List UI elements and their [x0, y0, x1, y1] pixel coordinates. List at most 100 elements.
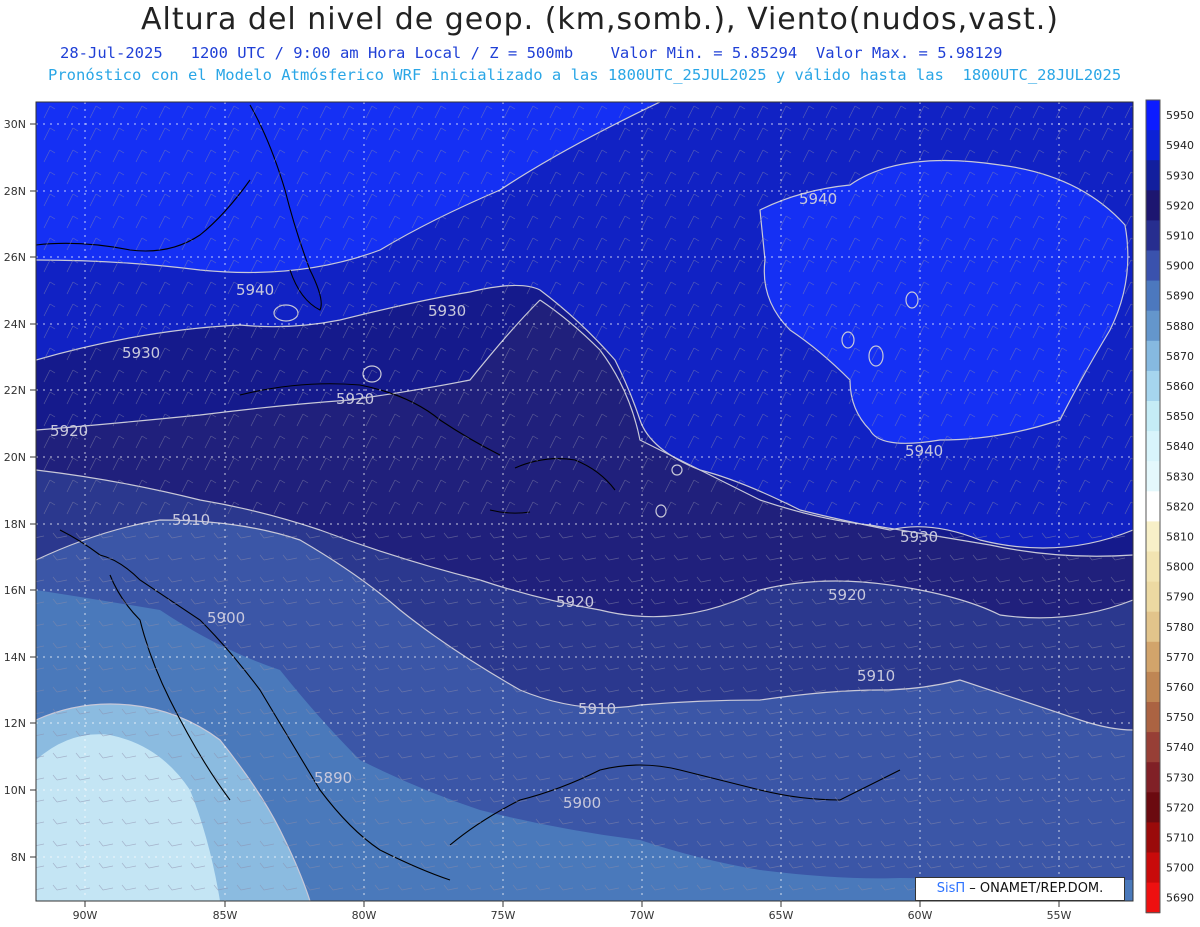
colorbar-label: 5940 [1166, 139, 1194, 152]
credit-brand: SisΠ [936, 881, 966, 896]
colorbar-label: 5950 [1166, 109, 1194, 122]
colorbar-swatch [1146, 160, 1160, 191]
colorbar-label: 5930 [1166, 169, 1194, 182]
lat-label: 28N [4, 185, 26, 198]
colorbar-swatch [1146, 401, 1160, 432]
lat-label: 20N [4, 451, 26, 464]
colorbar-swatch [1146, 581, 1160, 613]
lon-label: 65W [769, 909, 794, 922]
colorbar-swatch [1146, 280, 1160, 312]
colorbar-swatch [1146, 521, 1160, 552]
contour-label: 5920 [556, 593, 594, 611]
lat-label: 24N [4, 318, 26, 331]
contour-label: 5920 [828, 586, 866, 604]
colorbar-label: 5760 [1166, 681, 1194, 694]
colorbar-swatch [1146, 340, 1160, 372]
colorbar-label: 5750 [1166, 711, 1194, 724]
contour-label: 5910 [172, 511, 210, 529]
contour-label: 5940 [799, 190, 837, 208]
colorbar-label: 5720 [1166, 801, 1194, 814]
colorbar-swatch [1146, 130, 1160, 161]
colorbar-swatch [1146, 370, 1160, 402]
contour-label: 5900 [207, 609, 245, 627]
colorbar-swatch [1146, 220, 1160, 251]
colorbar-label: 5880 [1166, 320, 1194, 333]
colorbar-swatch [1146, 551, 1160, 583]
colorbar-label: 5700 [1166, 862, 1194, 875]
lon-label: 80W [352, 909, 377, 922]
colorbar-label: 5820 [1166, 500, 1194, 513]
colorbar-swatch [1146, 431, 1160, 462]
contour-label: 5940 [905, 442, 943, 460]
geopotential-map: 5940 5940 5930 5930 5920 5920 5940 5910 … [4, 99, 1194, 922]
credit-box: SisΠ – ONAMET/REP.DOM. [915, 877, 1125, 901]
lon-label: 60W [908, 909, 933, 922]
colorbar-swatch [1146, 190, 1160, 221]
lon-label: 75W [491, 909, 516, 922]
colorbar-label: 5770 [1166, 651, 1194, 664]
lon-axis: 90W 85W 80W 75W 70W 65W 60W 55W [73, 909, 1072, 922]
colorbar-label: 5870 [1166, 350, 1194, 363]
credit-text: ONAMET/REP.DOM. [979, 881, 1104, 896]
lon-label: 55W [1047, 909, 1072, 922]
lon-label: 90W [73, 909, 98, 922]
subtitle-valid-time: 28-Jul-2025 1200 UTC / 9:00 am Hora Loca… [60, 44, 1003, 62]
colorbar-label: 5800 [1166, 561, 1194, 574]
colorbar-swatch [1146, 491, 1160, 522]
colorbar-swatch [1146, 762, 1160, 793]
colorbar-swatch [1146, 250, 1160, 282]
subtitle-model-info: Pronóstico con el Modelo Atmósferico WRF… [48, 66, 1122, 84]
colorbar-label: 5910 [1166, 229, 1194, 242]
colorbar-swatch [1146, 792, 1160, 823]
contour-label: 5900 [563, 794, 601, 812]
lat-label: 16N [4, 584, 26, 597]
lon-label: 70W [630, 909, 655, 922]
colorbar-label: 5730 [1166, 771, 1194, 784]
map-plot-area: 5940 5940 5930 5930 5920 5920 5940 5910 … [36, 102, 1133, 901]
contour-label: 5920 [336, 390, 374, 408]
map-title: Altura del nivel de geop. (km,somb.), Vi… [141, 2, 1059, 37]
lon-label: 85W [213, 909, 238, 922]
colorbar-label: 5890 [1166, 290, 1194, 303]
lat-label: 26N [4, 251, 26, 264]
lat-label: 14N [4, 651, 26, 664]
contour-label: 5940 [236, 281, 274, 299]
colorbar-swatch [1146, 702, 1160, 733]
colorbar-label: 5780 [1166, 621, 1194, 634]
colorbar-swatch [1146, 671, 1160, 703]
lat-label: 10N [4, 784, 26, 797]
colorbar-label: 5920 [1166, 199, 1194, 212]
colorbar-label: 5710 [1166, 831, 1194, 844]
colorbar-swatch [1146, 852, 1160, 884]
contour-label: 5910 [578, 700, 616, 718]
colorbar-label: 5690 [1166, 892, 1194, 905]
colorbar-swatch [1146, 100, 1160, 131]
colorbar-label: 5810 [1166, 530, 1194, 543]
contour-label: 5930 [428, 302, 466, 320]
colorbar-label: 5790 [1166, 591, 1194, 604]
lat-label: 12N [4, 717, 26, 730]
colorbar-swatch [1146, 822, 1160, 853]
colorbar-label: 5850 [1166, 410, 1194, 423]
contour-label: 5930 [122, 344, 160, 362]
lat-label: 30N [4, 118, 26, 131]
lat-label: 8N [11, 851, 26, 864]
colorbar-swatch [1146, 732, 1160, 763]
contour-label: 5930 [900, 528, 938, 546]
colorbar-label: 5740 [1166, 741, 1194, 754]
colorbar-swatch [1146, 310, 1160, 342]
colorbar-label: 5840 [1166, 440, 1194, 453]
colorbar-swatch [1146, 641, 1160, 673]
lat-label: 22N [4, 384, 26, 397]
colorbar-swatch [1146, 461, 1160, 492]
colorbar-swatch [1146, 882, 1160, 914]
contour-label: 5920 [50, 422, 88, 440]
contour-label: 5910 [857, 667, 895, 685]
colorbar-label: 5830 [1166, 470, 1194, 483]
lat-axis: 30N 28N 26N 24N 22N 20N 18N 16N 14N 12N … [4, 118, 26, 864]
contour-label: 5890 [314, 769, 352, 787]
colorbar-label: 5860 [1166, 380, 1194, 393]
colorbar-swatch [1146, 611, 1160, 643]
colorbar-label: 5900 [1166, 260, 1194, 273]
lat-label: 18N [4, 518, 26, 531]
